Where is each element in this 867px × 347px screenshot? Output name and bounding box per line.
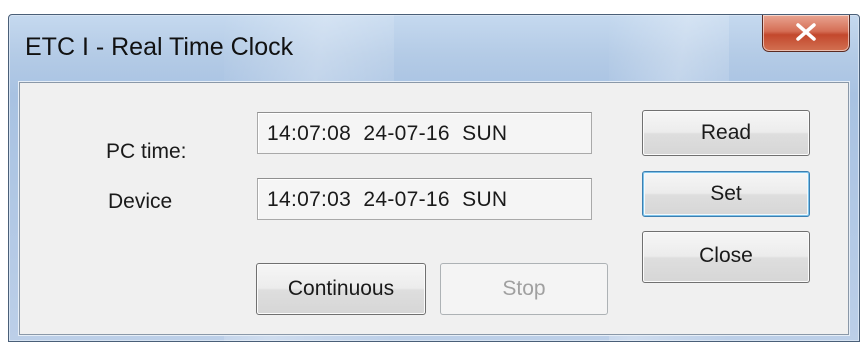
- close-x-icon: [796, 23, 816, 41]
- close-button[interactable]: Close: [642, 231, 810, 283]
- device-time-field[interactable]: 14:07:03 24-07-16 SUN: [257, 178, 592, 220]
- set-button[interactable]: Set: [642, 171, 810, 217]
- continuous-button[interactable]: Continuous: [256, 263, 426, 315]
- screenshot-page: ETC I - Real Time Clock PC time: 14:07:0…: [0, 0, 867, 347]
- read-button[interactable]: Read: [642, 110, 810, 156]
- stop-button[interactable]: Stop: [440, 263, 608, 315]
- pc-time-label: PC time:: [106, 140, 187, 163]
- pc-time-field[interactable]: 14:07:08 24-07-16 SUN: [257, 112, 592, 154]
- window-title: ETC I - Real Time Clock: [25, 33, 294, 61]
- window-close-button[interactable]: [762, 15, 850, 52]
- device-time-label: Device: [108, 190, 173, 213]
- dialog-client-area: PC time: 14:07:08 24-07-16 SUN Device 14…: [19, 82, 849, 335]
- title-bar[interactable]: ETC I - Real Time Clock: [9, 15, 859, 77]
- dialog-window: ETC I - Real Time Clock PC time: 14:07:0…: [8, 14, 860, 342]
